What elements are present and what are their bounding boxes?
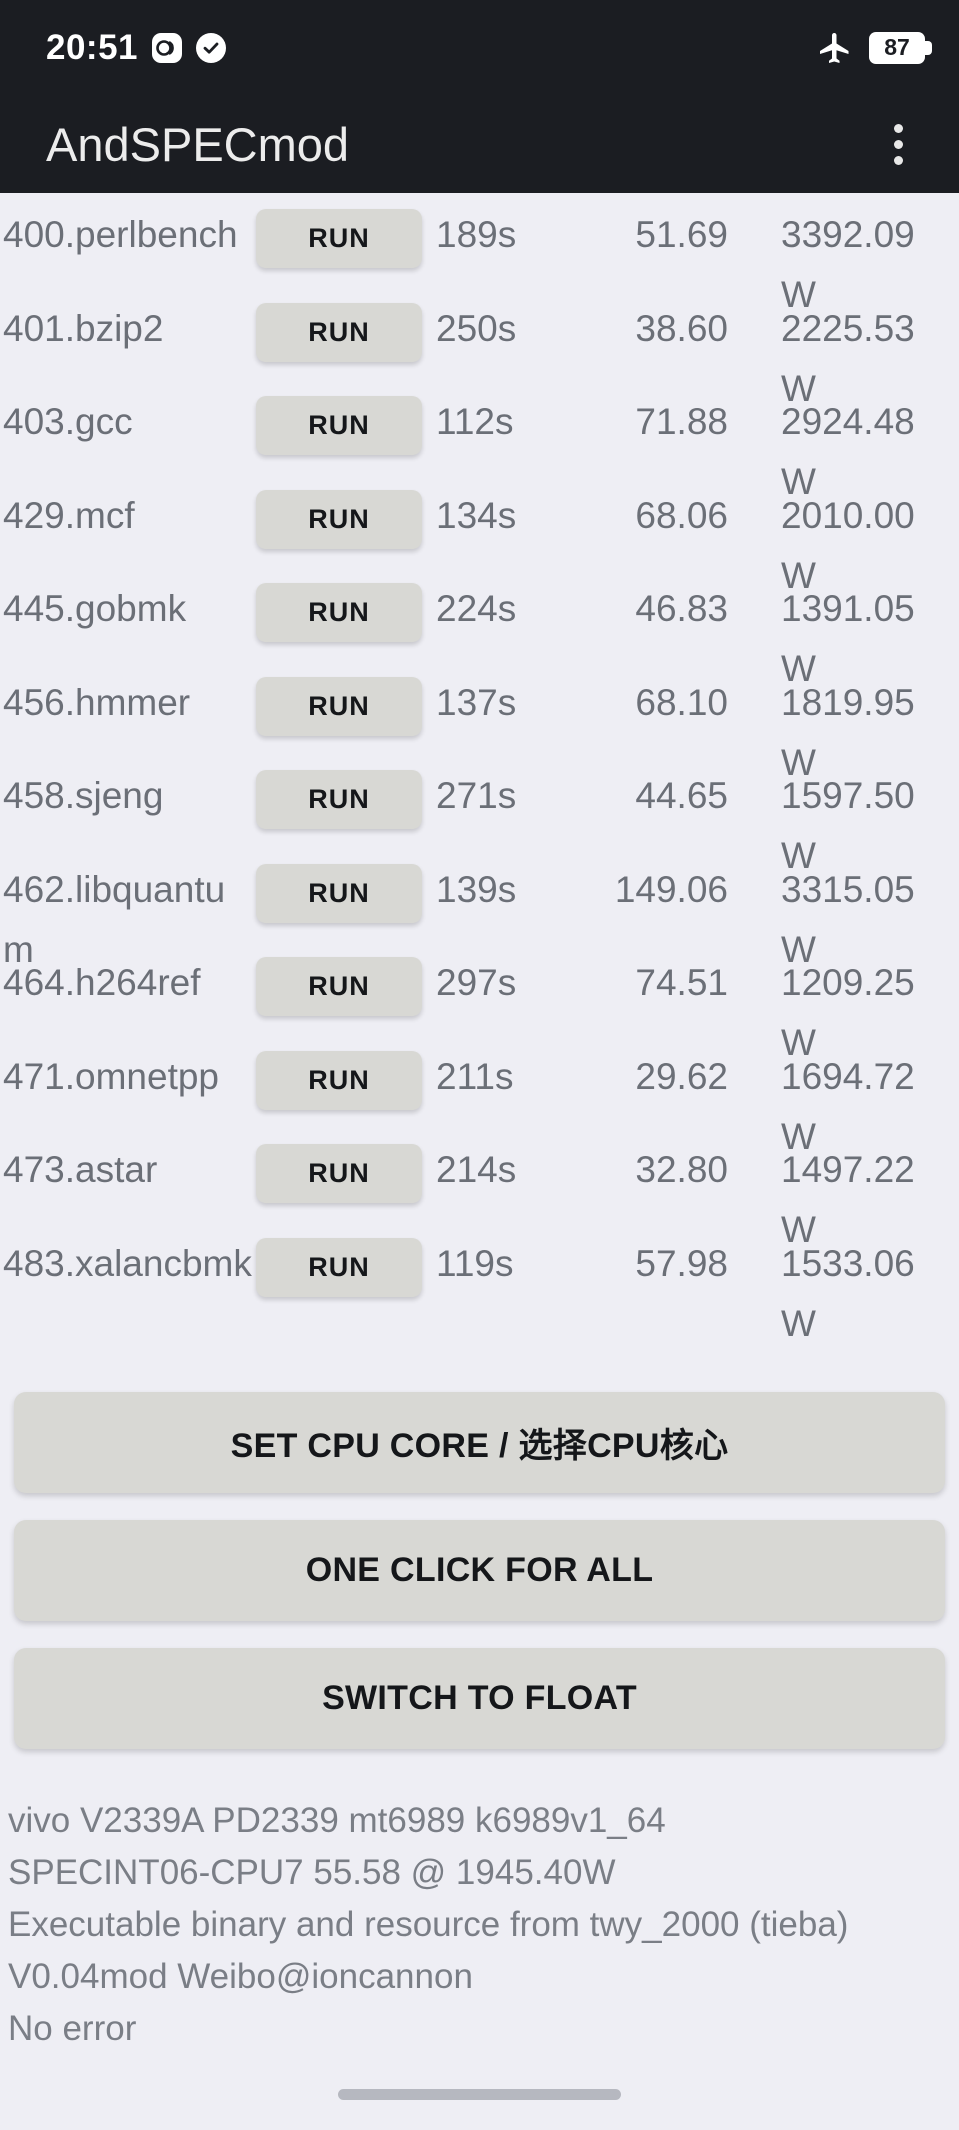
gesture-nav-bar <box>0 2058 959 2130</box>
run-button[interactable]: RUN <box>256 583 422 642</box>
benchmark-time: 134s <box>436 494 517 536</box>
run-cell: RUN <box>255 474 423 549</box>
benchmark-time: 139s <box>436 868 517 910</box>
run-cell: RUN <box>255 567 423 642</box>
benchmark-name: 456.hmmer <box>3 681 191 723</box>
more-vertical-icon[interactable] <box>878 114 919 175</box>
benchmark-score: 71.88 <box>635 401 728 442</box>
benchmark-score: 68.10 <box>635 681 728 723</box>
dual-sim-icon <box>152 32 183 63</box>
one-click-for-all-button[interactable]: ONE CLICK FOR ALL <box>14 1520 945 1621</box>
run-button[interactable]: RUN <box>256 957 422 1016</box>
run-button[interactable]: RUN <box>256 1050 422 1110</box>
benchmark-time: 224s <box>436 588 517 629</box>
home-gesture-pill[interactable] <box>338 2088 621 2100</box>
table-row: 429.mcf RUN 134s 68.06 2010.00 W <box>0 474 959 596</box>
benchmark-score: 46.83 <box>635 588 728 629</box>
benchmark-list[interactable]: 400.perlbench RUN 189s 51.69 3392.09 W 401.bz… <box>0 193 959 1392</box>
error-status-line: No error <box>8 2009 137 2048</box>
status-bar-clock: 20:51 <box>46 28 139 67</box>
app-title: AndSPECmod <box>46 117 350 171</box>
benchmark-name: 401.bzip2 <box>3 307 164 349</box>
set-cpu-core-button[interactable]: SET CPU CORE / 选择CPU核心 <box>14 1392 945 1493</box>
run-button[interactable]: RUN <box>256 396 422 455</box>
benchmark-time: 250s <box>436 307 517 349</box>
benchmark-score: 32.80 <box>635 1149 728 1190</box>
run-button[interactable]: RUN <box>256 1144 422 1203</box>
benchmark-name: 464.h264ref <box>3 962 201 1003</box>
table-row: 445.gobmk RUN 224s 46.83 1391.05 W <box>0 567 959 689</box>
benchmark-time: 271s <box>436 775 517 816</box>
run-button[interactable]: RUN <box>256 302 422 362</box>
switch-to-float-button[interactable]: SWITCH TO FLOAT <box>14 1648 945 1749</box>
benchmark-name: 403.gcc <box>3 401 133 442</box>
benchmark-time: 119s <box>436 1242 514 1284</box>
status-bar-left: 20:51 <box>46 28 227 67</box>
benchmark-name: 429.mcf <box>3 494 135 536</box>
airplane-mode-icon <box>820 32 849 63</box>
benchmark-score: 74.51 <box>635 962 728 1003</box>
table-row: 400.perlbench RUN 189s 51.69 3392.09 W <box>0 193 959 315</box>
benchmark-score: 51.69 <box>635 214 728 255</box>
benchmark-name: 445.gobmk <box>3 588 187 629</box>
benchmark-score: 57.98 <box>635 1242 728 1284</box>
benchmark-name: 473.astar <box>3 1149 158 1190</box>
run-button[interactable]: RUN <box>256 1237 422 1297</box>
run-cell: RUN <box>255 754 423 829</box>
table-row: 462.libquantum RUN 139s 149.06 3315.05 W <box>0 848 959 970</box>
run-button[interactable]: RUN <box>256 489 422 549</box>
app-bar: AndSPECmod <box>0 95 959 193</box>
run-button[interactable]: RUN <box>256 863 422 923</box>
run-cell: RUN <box>255 1035 423 1110</box>
device-info-line: vivo V2339A PD2339 mt6989 k6989v1_64 <box>8 1801 666 1840</box>
run-button[interactable]: RUN <box>256 770 422 829</box>
check-circle-icon <box>196 32 227 63</box>
benchmark-score: 38.60 <box>635 307 728 349</box>
benchmark-name: 458.sjeng <box>3 775 164 816</box>
status-bar: 20:51 87 <box>0 0 959 95</box>
benchmark-score: 68.06 <box>635 494 728 536</box>
run-cell: RUN <box>255 380 423 455</box>
table-row: 403.gcc RUN 112s 71.88 2924.48 W <box>0 380 959 502</box>
table-row: 471.omnetpp RUN 211s 29.62 1694.72 W <box>0 1035 959 1157</box>
table-row: 473.astar RUN 214s 32.80 1497.22 W <box>0 1128 959 1250</box>
run-cell: RUN <box>255 941 423 1016</box>
run-button[interactable]: RUN <box>256 209 422 268</box>
benchmark-power: 1533.06 W <box>781 1242 915 1344</box>
run-cell: RUN <box>255 1128 423 1203</box>
run-cell: RUN <box>255 661 423 736</box>
run-button[interactable]: RUN <box>256 676 422 736</box>
info-panel: vivo V2339A PD2339 mt6989 k6989v1_64 SPE… <box>0 1795 959 2055</box>
benchmark-name: 483.xalancbmk <box>3 1242 252 1284</box>
benchmark-name: 400.perlbench <box>3 214 238 255</box>
benchmark-time: 189s <box>436 214 517 255</box>
run-cell: RUN <box>255 287 423 362</box>
run-cell: RUN <box>255 193 423 268</box>
table-row: 456.hmmer RUN 137s 68.10 1819.95 W <box>0 661 959 783</box>
table-row: 401.bzip2 RUN 250s 38.60 2225.53 W <box>0 287 959 409</box>
table-row: 458.sjeng RUN 271s 44.65 1597.50 W <box>0 754 959 876</box>
benchmark-name: 471.omnetpp <box>3 1055 220 1097</box>
benchmark-time: 211s <box>436 1055 514 1097</box>
credit-info-line: Executable binary and resource from twy_… <box>8 1905 849 1944</box>
action-button-group: SET CPU CORE / 选择CPU核心 ONE CLICK FOR ALL… <box>0 1392 959 1776</box>
battery-indicator: 87 <box>869 31 932 64</box>
benchmark-time: 137s <box>436 681 517 723</box>
benchmark-time: 214s <box>436 1149 517 1190</box>
result-info-line: SPECINT06-CPU7 55.58 @ 1945.40W <box>8 1853 616 1892</box>
run-cell: RUN <box>255 848 423 923</box>
benchmark-time: 297s <box>436 962 517 1003</box>
table-row: 464.h264ref RUN 297s 74.51 1209.25 W <box>0 941 959 1063</box>
table-row: 483.xalancbmk RUN 119s 57.98 1533.06 W <box>0 1222 959 1344</box>
benchmark-score: 149.06 <box>614 868 728 910</box>
battery-level-label: 87 <box>884 34 910 60</box>
status-bar-right: 87 <box>817 30 932 66</box>
version-info-line: V0.04mod Weibo@ioncannon <box>8 1957 473 1996</box>
phone-screen: 20:51 87 AndSPECmod 400.perlbench RUN 18… <box>0 0 959 2130</box>
run-cell: RUN <box>255 1222 423 1297</box>
benchmark-score: 44.65 <box>635 775 728 816</box>
benchmark-score: 29.62 <box>635 1055 728 1097</box>
benchmark-time: 112s <box>436 401 514 442</box>
